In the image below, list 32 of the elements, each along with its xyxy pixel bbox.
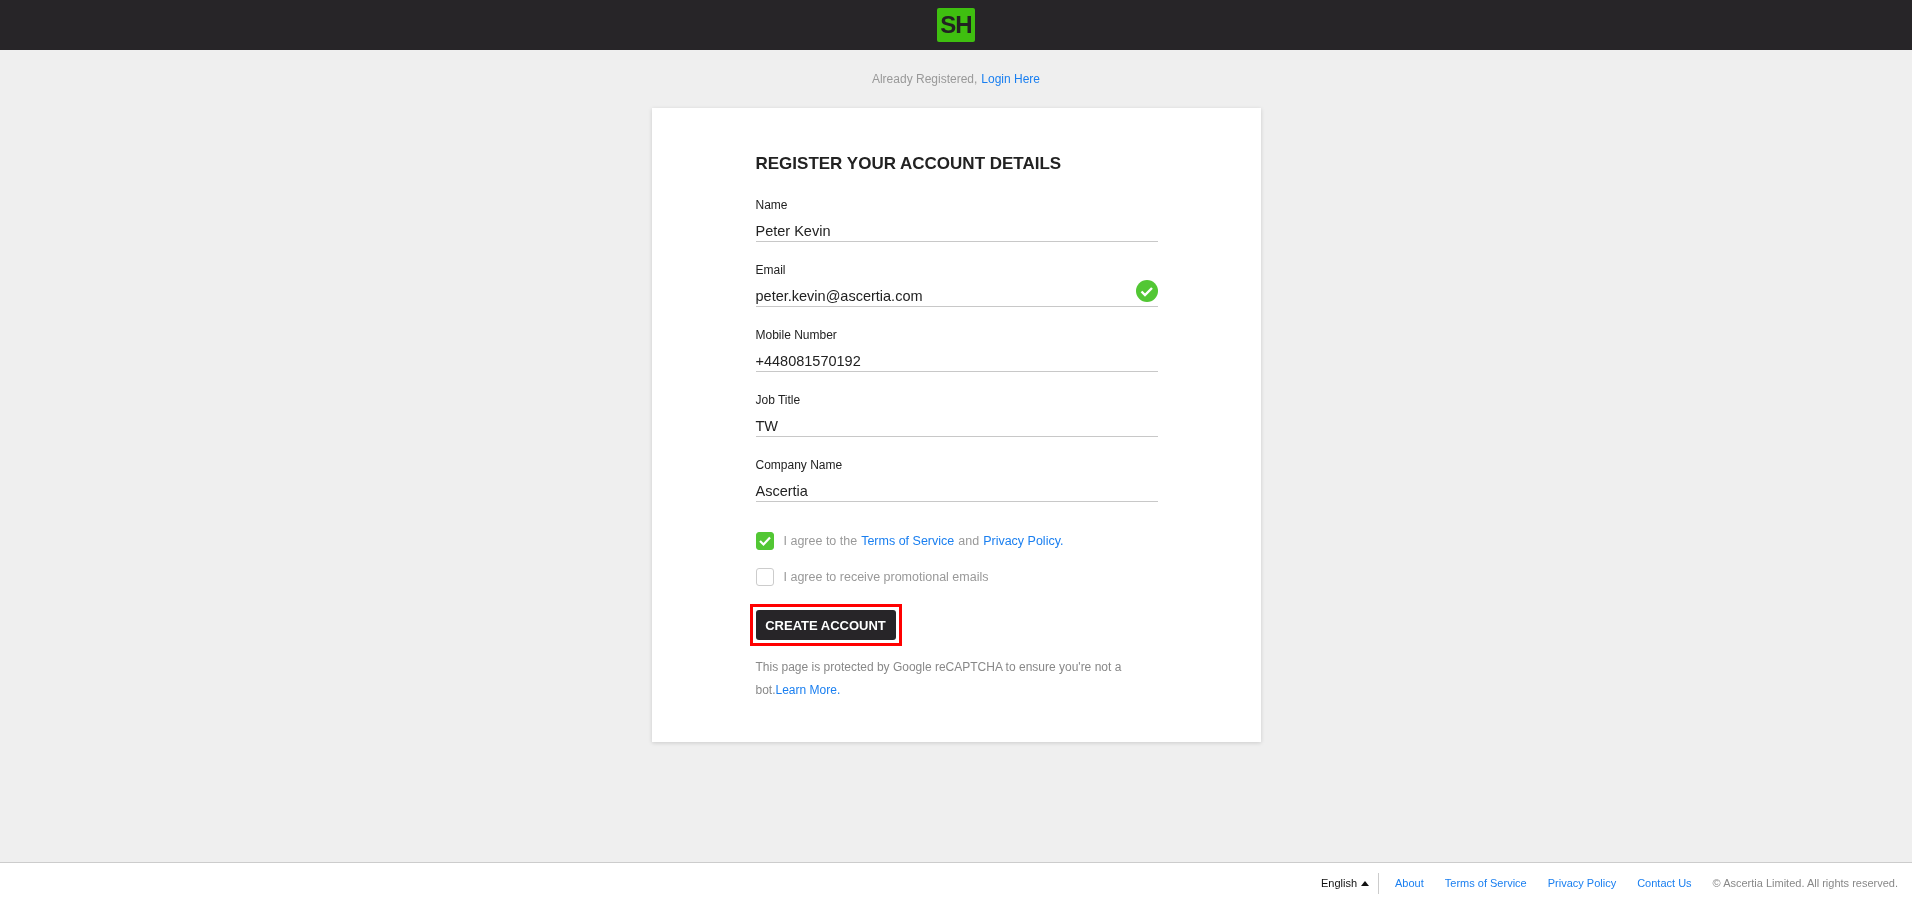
login-link[interactable]: Login Here [981,72,1041,86]
input-field[interactable]: peter.kevin@ascertia.com [755,281,1158,307]
checkbox-label: I agree to the [783,534,858,548]
field-label: Company Name [755,458,844,472]
footer-link[interactable]: Contact Us [1637,877,1692,889]
field-label: Mobile Number [755,328,838,342]
checkbox[interactable] [755,568,774,586]
checkbox[interactable] [755,532,774,550]
checkbox-label: and [958,534,980,548]
input-field[interactable]: Peter Kevin [755,216,1158,242]
input-field[interactable]: +448081570192 [755,346,1158,372]
recaptcha-notice: This page is protected by Google reCAPTCHA to ensure you're not a bot.Learn More. [755,659,1123,699]
footer-link[interactable]: About [1395,877,1424,889]
field-label: Email [755,263,787,277]
learn-more-link[interactable]: Learn More. [775,683,841,697]
footer-link[interactable]: Privacy Policy [1547,877,1617,889]
field-label: Name [755,198,789,212]
check-circle-icon [1135,280,1158,302]
copyright-text: © Ascertia Limited. All rights reserved. [1712,877,1898,889]
input-field[interactable]: TW [755,411,1158,437]
create-account-button[interactable]: CREATE ACCOUNT [755,610,896,640]
language-selector[interactable]: English [1320,877,1370,889]
footer-link[interactable]: Terms of Service [1444,877,1527,889]
login-prompt-text: Already Registered, [871,72,978,86]
form-title: REGISTER YOUR ACCOUNT DETAILS [755,154,1063,174]
field-label: Job Title [755,393,802,407]
terms-link[interactable]: Privacy Policy. [983,534,1064,548]
terms-link[interactable]: Terms of Service [861,534,955,548]
caret-up-icon [1361,880,1370,886]
input-field[interactable]: Ascertia [755,476,1158,502]
checkbox-label: I agree to receive promotional emails [783,570,989,584]
logo[interactable]: SH [937,8,975,42]
